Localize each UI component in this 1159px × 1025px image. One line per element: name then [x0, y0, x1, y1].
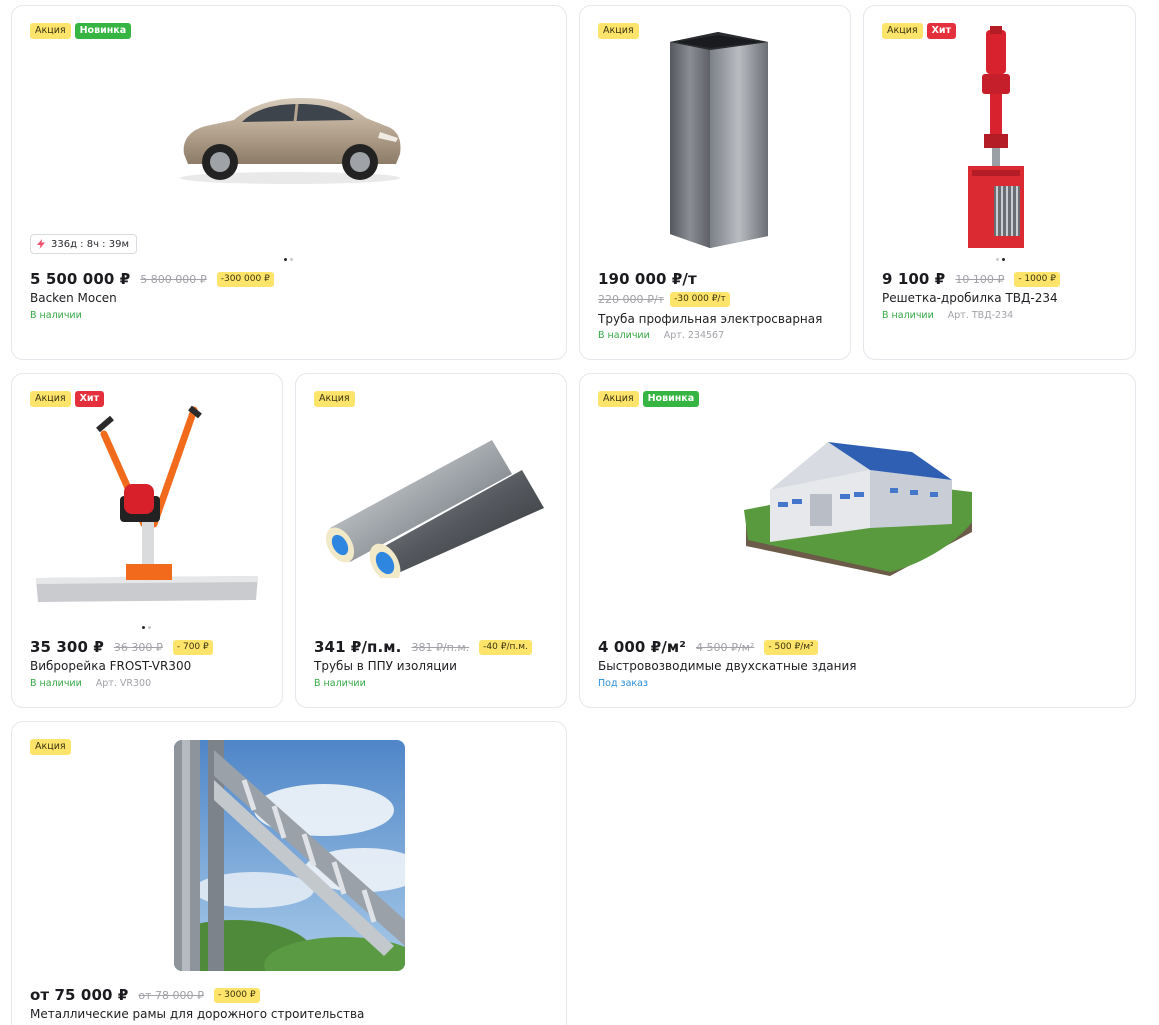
price: 9 100 ₽ — [882, 270, 946, 288]
badges: Акция Хит — [30, 391, 105, 407]
badges: Акция Новинка — [30, 23, 132, 39]
image-pagination[interactable] — [996, 258, 1005, 261]
product-meta: В наличии Арт. ТВД-234 — [882, 310, 1013, 321]
badges: Акция — [314, 391, 355, 407]
product-name[interactable]: Backen Mocen — [30, 291, 117, 305]
old-price: 381 ₽/п.м. — [411, 640, 470, 654]
product-meta: В наличии Арт. VR300 — [30, 678, 151, 689]
article-number: Арт. VR300 — [95, 678, 152, 689]
price-row: от 75 000 ₽ от 78 000 ₽ - 3000 ₽ — [30, 986, 260, 1004]
crusher-icon[interactable] — [964, 26, 1028, 252]
timer-text: 336д : 8ч : 39м — [51, 238, 129, 250]
price-row: 190 000 ₽/т — [598, 270, 697, 288]
sale-badge: Акция — [314, 391, 355, 407]
price: 4 000 ₽/м² — [598, 638, 686, 656]
sale-badge: Акция — [882, 23, 923, 39]
badges: Акция Новинка — [598, 391, 700, 407]
old-price: 4 500 ₽/м² — [695, 640, 755, 654]
old-price: от 78 000 ₽ — [138, 988, 205, 1002]
product-card[interactable]: Акция 190 000 ₽/т 220 000 ₽/т -30 000 ₽/… — [579, 5, 851, 360]
new-badge: Новинка — [642, 391, 700, 407]
sale-badge: Акция — [30, 23, 71, 39]
image-pagination[interactable] — [142, 626, 151, 629]
discount-badge: -40 ₽/п.м. — [479, 639, 532, 655]
sale-badge: Акция — [598, 23, 639, 39]
road-frame-icon[interactable] — [174, 740, 405, 971]
hit-badge: Хит — [74, 391, 105, 407]
new-badge: Новинка — [74, 23, 132, 39]
product-name[interactable]: Решетка-дробилка ТВД-234 — [882, 291, 1058, 305]
product-name[interactable]: Металлические рамы для дорожного строите… — [30, 1007, 364, 1021]
insulated-pipes-icon[interactable] — [316, 434, 552, 578]
pagination-dot[interactable] — [142, 626, 145, 629]
product-name[interactable]: Быстровозводимые двухскатные здания — [598, 659, 856, 673]
pagination-dot[interactable] — [996, 258, 999, 261]
pagination-dot[interactable] — [290, 258, 293, 261]
product-meta: В наличии Арт. 234567 — [598, 330, 724, 341]
lightning-icon — [37, 239, 45, 249]
product-card[interactable]: Акция от 75 000 ₽ от 78 000 ₽ - 3000 ₽ М… — [11, 721, 567, 1025]
price: 35 300 ₽ — [30, 638, 104, 656]
image-pagination[interactable] — [284, 258, 293, 261]
pagination-dot[interactable] — [148, 626, 151, 629]
sale-badge: Акция — [30, 739, 71, 755]
product-card[interactable]: Акция Хит 35 300 ₽ 36 300 ₽ - 700 ₽ Вибр… — [11, 373, 283, 708]
product-name[interactable]: Трубы в ППУ изоляции — [314, 659, 457, 673]
price: 341 ₽/п.м. — [314, 638, 402, 656]
availability-status: Под заказ — [598, 678, 649, 689]
warehouse-icon[interactable] — [740, 436, 976, 578]
price: от 75 000 ₽ — [30, 986, 129, 1004]
badges: Акция — [598, 23, 639, 39]
car-icon[interactable] — [172, 84, 408, 188]
article-number: Арт. ТВД-234 — [947, 310, 1014, 321]
vibrating-screed-icon[interactable] — [34, 404, 260, 604]
availability-status: В наличии — [30, 678, 82, 689]
price-row: 9 100 ₽ 10 100 ₽ - 1000 ₽ — [882, 270, 1060, 288]
sale-badge: Акция — [598, 391, 639, 407]
pagination-dot[interactable] — [1002, 258, 1005, 261]
discount-badge: - 3000 ₽ — [214, 987, 260, 1003]
availability-status: В наличии — [30, 310, 82, 321]
price: 190 000 ₽/т — [598, 270, 697, 288]
availability-status: В наличии — [882, 310, 934, 321]
article-number: Арт. 234567 — [663, 330, 725, 341]
availability-status: В наличии — [314, 678, 366, 689]
pagination-dot[interactable] — [284, 258, 287, 261]
discount-badge: -30 000 ₽/т — [670, 292, 730, 307]
product-card[interactable]: Акция Хит 9 100 ₽ 10 100 ₽ - 1000 ₽ Реше… — [863, 5, 1136, 360]
promo-timer: 336д : 8ч : 39м — [30, 234, 137, 254]
price-row: 5 500 000 ₽ 5 800 000 ₽ -300 000 ₽ — [30, 270, 274, 288]
steel-tube-icon[interactable] — [666, 28, 772, 252]
product-name[interactable]: Виброрейка FROST-VR300 — [30, 659, 191, 673]
discount-badge: - 500 ₽/м² — [764, 639, 818, 655]
hit-badge: Хит — [926, 23, 957, 39]
product-card[interactable]: Акция Новинка 4 000 ₽/м² 4 500 ₽/м² - 50… — [579, 373, 1136, 708]
product-meta: Под заказ — [598, 678, 648, 689]
discount-badge: - 700 ₽ — [172, 639, 213, 655]
old-price: 10 100 ₽ — [955, 272, 1005, 286]
badges: Акция Хит — [882, 23, 957, 39]
discount-badge: - 1000 ₽ — [1014, 271, 1060, 287]
old-price: 220 000 ₽/т — [598, 293, 665, 306]
badges: Акция — [30, 739, 71, 755]
old-price: 5 800 000 ₽ — [140, 272, 207, 286]
price-row: 341 ₽/п.м. 381 ₽/п.м. -40 ₽/п.м. — [314, 638, 532, 656]
product-meta: В наличии — [314, 678, 366, 689]
product-card[interactable]: Акция 341 ₽/п.м. 381 ₽/п.м. -40 ₽/п.м. Т… — [295, 373, 567, 708]
price: 5 500 000 ₽ — [30, 270, 131, 288]
discount-badge: -300 000 ₽ — [216, 271, 274, 287]
old-price-row: 220 000 ₽/т -30 000 ₽/т — [598, 292, 730, 307]
product-meta: В наличии — [30, 310, 82, 321]
old-price: 36 300 ₽ — [113, 640, 163, 654]
sale-badge: Акция — [30, 391, 71, 407]
price-row: 35 300 ₽ 36 300 ₽ - 700 ₽ — [30, 638, 213, 656]
product-name[interactable]: Труба профильная электросварная — [598, 312, 822, 326]
availability-status: В наличии — [598, 330, 650, 341]
price-row: 4 000 ₽/м² 4 500 ₽/м² - 500 ₽/м² — [598, 638, 818, 656]
product-card[interactable]: Акция Новинка 336д : 8ч: 39м 5 500 000 … — [11, 5, 567, 360]
